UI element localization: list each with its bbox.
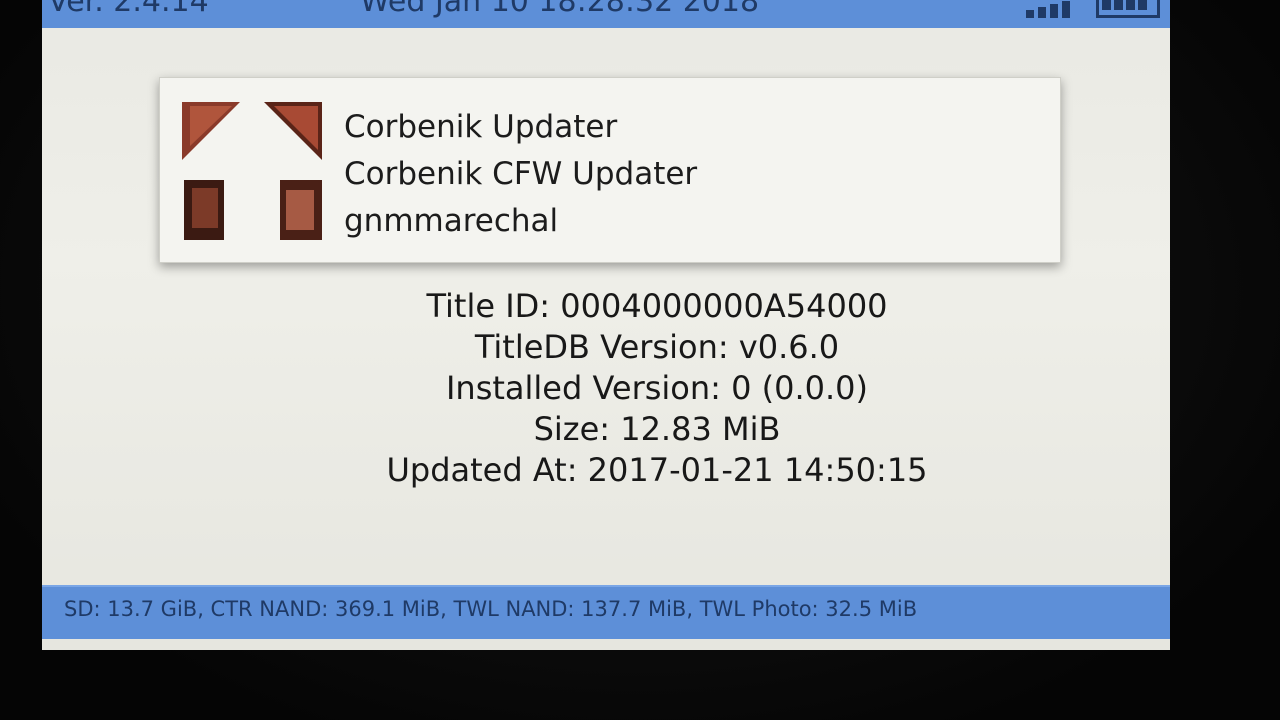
storage-bar: SD: 13.7 GiB, CTR NAND: 369.1 MiB, TWL N…	[42, 585, 1170, 639]
app-title: Corbenik Updater	[344, 109, 618, 145]
titledb-version: TitleDB Version: v0.6.0	[474, 328, 840, 366]
datetime-label: Wed Jan 10 18:28:32 2018	[360, 0, 760, 19]
storage-info: SD: 13.7 GiB, CTR NAND: 369.1 MiB, TWL N…	[64, 597, 918, 621]
app-screen: Ver. 2.4.14 Wed Jan 10 18:28:32 2018 Cor…	[42, 0, 1170, 650]
status-bar: Ver. 2.4.14 Wed Jan 10 18:28:32 2018	[42, 0, 1170, 28]
details-block: Title ID: 0004000000A54000 TitleDB Versi…	[42, 286, 1170, 491]
app-info-card[interactable]: Corbenik Updater Corbenik CFW Updater gn…	[159, 77, 1061, 263]
signal-icon	[1026, 0, 1082, 18]
app-text-block: Corbenik Updater Corbenik CFW Updater gn…	[344, 104, 697, 245]
title-id: Title ID: 0004000000A54000	[426, 287, 888, 325]
size-label: Size: 12.83 MiB	[533, 410, 781, 448]
battery-icon	[1096, 0, 1160, 18]
app-description: Corbenik CFW Updater	[344, 156, 698, 192]
home-icon	[182, 102, 322, 242]
device-bezel: Ver. 2.4.14 Wed Jan 10 18:28:32 2018 Cor…	[0, 0, 1280, 720]
app-author: gnmmarechal	[344, 203, 559, 239]
updated-at: Updated At: 2017-01-21 14:50:15	[386, 451, 928, 489]
version-label: Ver. 2.4.14	[48, 0, 209, 19]
installed-version: Installed Version: 0 (0.0.0)	[445, 369, 869, 407]
